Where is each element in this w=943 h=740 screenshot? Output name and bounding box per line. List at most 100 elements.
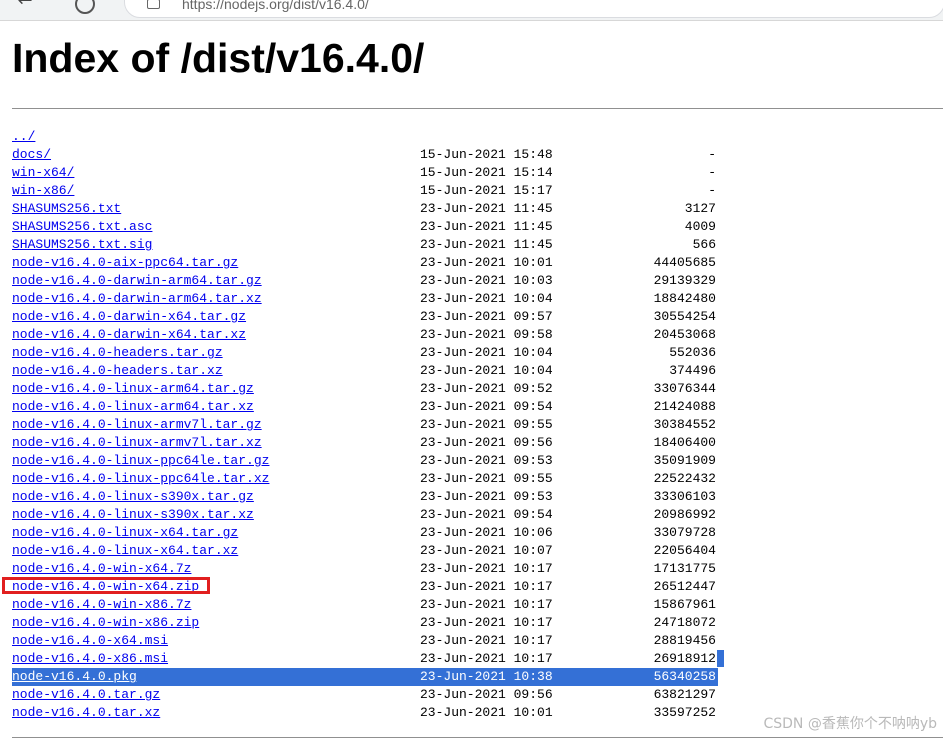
file-link[interactable]: node-v16.4.0-win-x86.zip [12, 614, 199, 632]
file-link[interactable]: node-v16.4.0-linux-armv7l.tar.gz [12, 416, 262, 434]
listing-row: node-v16.4.0-darwin-x64.tar.gz 23-Jun-202… [12, 308, 718, 326]
listing-row: node-v16.4.0-win-x86.7z 23-Jun-2021 10:17… [12, 596, 718, 614]
file-date: 23-Jun-2021 09:54 [420, 507, 553, 522]
page-title: Index of /dist/v16.4.0/ [12, 35, 425, 81]
listing-row: node-v16.4.0-x86.msi 23-Jun-2021 10:17 269… [12, 650, 718, 668]
listing-row: node-v16.4.0-headers.tar.gz 23-Jun-2021 1… [12, 344, 718, 362]
file-link[interactable]: node-v16.4.0.pkg [12, 668, 137, 686]
file-link[interactable]: node-v16.4.0-linux-arm64.tar.xz [12, 398, 254, 416]
browser-toolbar: ← https://nodejs.org/dist/v16.4.0/ [0, 0, 943, 21]
listing-row: node-v16.4.0-linux-s390x.tar.xz 23-Jun-20… [12, 506, 718, 524]
file-link[interactable]: node-v16.4.0-linux-ppc64le.tar.xz [12, 470, 269, 488]
reload-icon[interactable] [75, 0, 95, 14]
file-size: 26918912 [653, 651, 716, 666]
file-size: 63821297 [653, 687, 716, 702]
watermark: CSDN @香蕉你个不呐呐yb [763, 716, 937, 732]
file-link[interactable]: node-v16.4.0-linux-x64.tar.gz [12, 524, 238, 542]
file-date: 15-Jun-2021 15:14 [420, 165, 553, 180]
url-text[interactable]: https://nodejs.org/dist/v16.4.0/ [182, 0, 369, 12]
file-date: 23-Jun-2021 10:04 [420, 291, 553, 306]
highlight-box [2, 577, 210, 594]
file-date: 23-Jun-2021 09:53 [420, 453, 553, 468]
file-size: 3127 [684, 201, 716, 216]
listing-row: node-v16.4.0-linux-x64.tar.xz 23-Jun-2021… [12, 542, 718, 560]
file-size: 33597252 [653, 705, 716, 720]
file-link[interactable]: node-v16.4.0-linux-ppc64le.tar.gz [12, 452, 269, 470]
lock-icon[interactable] [147, 0, 160, 9]
file-link[interactable]: node-v16.4.0-win-x86.7z [12, 596, 191, 614]
file-link[interactable]: node-v16.4.0-x64.msi [12, 632, 168, 650]
file-link[interactable]: SHASUMS256.txt.asc [12, 218, 152, 236]
listing-row: node-v16.4.0-x64.msi 23-Jun-2021 10:17 288… [12, 632, 718, 650]
file-date: 23-Jun-2021 10:17 [420, 633, 553, 648]
file-link[interactable]: node-v16.4.0-linux-s390x.tar.gz [12, 488, 254, 506]
file-link[interactable]: node-v16.4.0-aix-ppc64.tar.gz [12, 254, 238, 272]
file-size: 374496 [669, 363, 716, 378]
listing-row: node-v16.4.0-linux-armv7l.tar.gz 23-Jun-2… [12, 416, 718, 434]
file-link[interactable]: ../ [12, 128, 35, 146]
file-link[interactable]: node-v16.4.0-linux-arm64.tar.gz [12, 380, 254, 398]
file-link[interactable]: node-v16.4.0-darwin-x64.tar.xz [12, 326, 246, 344]
file-link[interactable]: win-x64/ [12, 164, 74, 182]
file-link[interactable]: node-v16.4.0.tar.gz [12, 686, 160, 704]
file-size: 20453068 [653, 327, 716, 342]
file-link[interactable]: node-v16.4.0-headers.tar.xz [12, 362, 223, 380]
file-size: - [708, 147, 716, 162]
file-link[interactable]: node-v16.4.0-darwin-arm64.tar.xz [12, 290, 262, 308]
file-date: 23-Jun-2021 10:04 [420, 345, 553, 360]
file-date: 23-Jun-2021 10:38 [420, 669, 553, 684]
address-bar[interactable]: https://nodejs.org/dist/v16.4.0/ [124, 0, 943, 18]
file-size: 22056404 [653, 543, 716, 558]
listing-row: ../ [12, 128, 718, 146]
file-size: 22522432 [653, 471, 716, 486]
listing-row: node-v16.4.0-linux-x64.tar.gz 23-Jun-2021… [12, 524, 718, 542]
file-date: 23-Jun-2021 10:01 [420, 705, 553, 720]
file-date: 23-Jun-2021 09:57 [420, 309, 553, 324]
file-date: 23-Jun-2021 10:06 [420, 525, 553, 540]
file-size: 28819456 [653, 633, 716, 648]
file-size: 17131775 [653, 561, 716, 576]
file-link[interactable]: SHASUMS256.txt.sig [12, 236, 152, 254]
file-link[interactable]: node-v16.4.0-darwin-arm64.tar.gz [12, 272, 262, 290]
file-link[interactable]: node-v16.4.0-linux-x64.tar.xz [12, 542, 238, 560]
file-date: 23-Jun-2021 10:07 [420, 543, 553, 558]
file-link[interactable]: SHASUMS256.txt [12, 200, 121, 218]
file-date: 23-Jun-2021 09:54 [420, 399, 553, 414]
file-link[interactable]: node-v16.4.0.tar.xz [12, 704, 160, 722]
file-date: 23-Jun-2021 10:17 [420, 561, 553, 576]
file-size: 552036 [669, 345, 716, 360]
file-date: 23-Jun-2021 09:55 [420, 417, 553, 432]
file-link[interactable]: node-v16.4.0-darwin-x64.tar.gz [12, 308, 246, 326]
file-date: 23-Jun-2021 11:45 [420, 237, 553, 252]
file-size: 18842480 [653, 291, 716, 306]
file-size: 33306103 [653, 489, 716, 504]
file-link[interactable]: node-v16.4.0-x86.msi [12, 650, 168, 668]
file-size: 4009 [684, 219, 716, 234]
file-link[interactable]: node-v16.4.0-linux-armv7l.tar.xz [12, 434, 262, 452]
file-date: 23-Jun-2021 10:04 [420, 363, 553, 378]
file-link[interactable]: node-v16.4.0-win-x64.7z [12, 560, 191, 578]
file-size: 21424088 [653, 399, 716, 414]
listing-row: node-v16.4.0-linux-ppc64le.tar.xz 23-Jun-… [12, 470, 718, 488]
listing-row: node-v16.4.0-linux-s390x.tar.gz 23-Jun-20… [12, 488, 718, 506]
file-link[interactable]: win-x86/ [12, 182, 74, 200]
file-date: 23-Jun-2021 09:56 [420, 687, 553, 702]
file-date: 23-Jun-2021 09:55 [420, 471, 553, 486]
file-date: 23-Jun-2021 10:17 [420, 597, 553, 612]
listing-row: node-v16.4.0.pkg 23-Jun-2021 10:38 5634025… [12, 668, 718, 686]
listing-row: node-v16.4.0-win-x86.zip 23-Jun-2021 10:1… [12, 614, 718, 632]
file-date: 15-Jun-2021 15:48 [420, 147, 553, 162]
selection-tail [717, 650, 724, 667]
page-header: Index of /dist/v16.4.0/ [12, 32, 943, 84]
file-link[interactable]: node-v16.4.0-headers.tar.gz [12, 344, 223, 362]
file-date: 23-Jun-2021 09:53 [420, 489, 553, 504]
file-date: 23-Jun-2021 10:17 [420, 651, 553, 666]
file-link[interactable]: node-v16.4.0-linux-s390x.tar.xz [12, 506, 254, 524]
file-date: 23-Jun-2021 10:03 [420, 273, 553, 288]
file-date: 23-Jun-2021 11:45 [420, 219, 553, 234]
file-link[interactable]: docs/ [12, 146, 51, 164]
listing-row: node-v16.4.0-linux-arm64.tar.xz 23-Jun-20… [12, 398, 718, 416]
file-date: 23-Jun-2021 10:17 [420, 579, 553, 594]
listing-row: docs/15-Jun-2021 15:48 - [12, 146, 718, 164]
arrow-left-icon[interactable]: ← [14, 0, 36, 12]
